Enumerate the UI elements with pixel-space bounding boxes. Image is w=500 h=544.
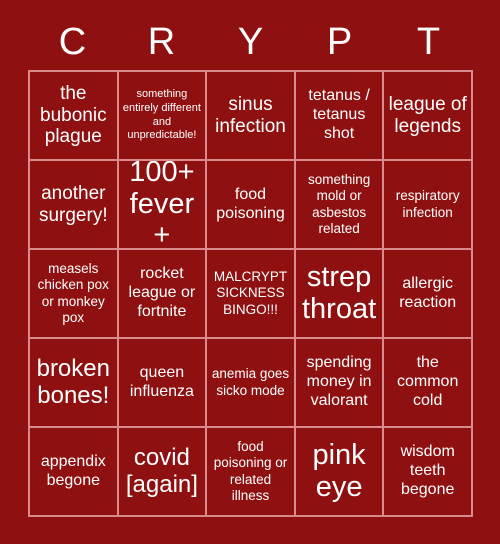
header-letter-3: Y	[237, 21, 264, 63]
bingo-cell-label: league of legends	[388, 93, 467, 137]
bingo-cell-label: another surgery!	[38, 182, 108, 226]
bingo-cell-r2c5[interactable]: respiratory infection	[384, 161, 473, 250]
header-letter-4: P	[326, 21, 353, 63]
bingo-cell-r3c2[interactable]: rocket league or fortnite	[118, 250, 208, 339]
bingo-cell-r2c2[interactable]: 100+ fever+	[118, 161, 208, 250]
bingo-cell-label: MALCRYPT SICKNESS BINGO!!!	[213, 269, 288, 317]
bingo-cell-r2c3[interactable]: food poisoning	[207, 161, 296, 250]
bingo-cell-r3c5[interactable]: allergic reaction	[384, 250, 473, 339]
bingo-cell-r1c2[interactable]: something entirely different and unpredi…	[118, 72, 208, 161]
bingo-cell-r5c4[interactable]: pink eye	[295, 428, 385, 517]
header-letter-2: R	[147, 21, 176, 63]
bingo-cell-r5c5[interactable]: wisdom teeth begone	[384, 428, 473, 517]
bingo-header: C R Y P T	[28, 14, 473, 70]
bingo-cell-label: the common cold	[397, 354, 459, 409]
bingo-cell-r5c3[interactable]: food poisoning or related illness	[207, 428, 296, 517]
bingo-cell-r4c1[interactable]: broken bones!	[30, 339, 119, 428]
bingo-cell-label: the bubonic plague	[40, 82, 107, 148]
bingo-cell-label: anemia goes sicko mode	[211, 366, 290, 398]
header-letter-1: C	[58, 21, 87, 63]
bingo-cell-label: measels chicken pox or monkey pox	[37, 261, 109, 325]
bingo-cell-r1c4[interactable]: tetanus / tetanus shot	[295, 72, 385, 161]
bingo-cell-label: strep throat	[302, 260, 377, 325]
bingo-cell-label: queen influenza	[129, 363, 194, 400]
bingo-cell-label: broken bones!	[36, 354, 110, 409]
bingo-cell-label: something mold or asbestos related	[307, 172, 371, 236]
bingo-cell-label: respiratory infection	[395, 188, 460, 220]
bingo-cell-r5c1[interactable]: appendix begone	[30, 428, 119, 517]
bingo-cell-label: appendix begone	[40, 452, 106, 489]
bingo-cell-label: pink eye	[312, 438, 366, 503]
bingo-cell-label: something entirely different and unpredi…	[122, 88, 201, 142]
bingo-cell-label: spending money in valorant	[306, 354, 372, 409]
bingo-cell-r4c2[interactable]: queen influenza	[118, 339, 208, 428]
bingo-cell-label: covid [again]	[125, 443, 198, 498]
bingo-cell-label: rocket league or fortnite	[128, 265, 196, 320]
bingo-cell-r4c4[interactable]: spending money in valorant	[295, 339, 385, 428]
bingo-grid: the bubonic plague something entirely dif…	[28, 70, 473, 517]
bingo-card: C R Y P T the bubonic plague something en…	[0, 0, 500, 544]
bingo-cell-r4c5[interactable]: the common cold	[384, 339, 473, 428]
bingo-cell-label: allergic reaction	[399, 274, 457, 311]
bingo-cell-r1c5[interactable]: league of legends	[384, 72, 473, 161]
bingo-cell-label: food poisoning	[216, 185, 285, 222]
bingo-cell-label: tetanus / tetanus shot	[308, 87, 370, 142]
header-letter-5: T	[416, 21, 441, 63]
bingo-cell-r2c4[interactable]: something mold or asbestos related	[295, 161, 385, 250]
bingo-cell-label: wisdom teeth begone	[400, 443, 455, 498]
bingo-cell-r5c2[interactable]: covid [again]	[118, 428, 208, 517]
bingo-cell-r1c1[interactable]: the bubonic plague	[30, 72, 119, 161]
bingo-cell-r3c1[interactable]: measels chicken pox or monkey pox	[30, 250, 119, 339]
bingo-cell-label: 100+ fever+	[129, 161, 195, 250]
bingo-cell-r4c3[interactable]: anemia goes sicko mode	[207, 339, 296, 428]
bingo-cell-r1c3[interactable]: sinus infection	[207, 72, 296, 161]
bingo-cell-label: food poisoning or related illness	[213, 439, 288, 503]
bingo-cell-label: sinus infection	[215, 93, 286, 137]
bingo-cell-r3c4[interactable]: strep throat	[295, 250, 385, 339]
bingo-cell-r3c3[interactable]: MALCRYPT SICKNESS BINGO!!!	[207, 250, 296, 339]
bingo-cell-r2c1[interactable]: another surgery!	[30, 161, 119, 250]
